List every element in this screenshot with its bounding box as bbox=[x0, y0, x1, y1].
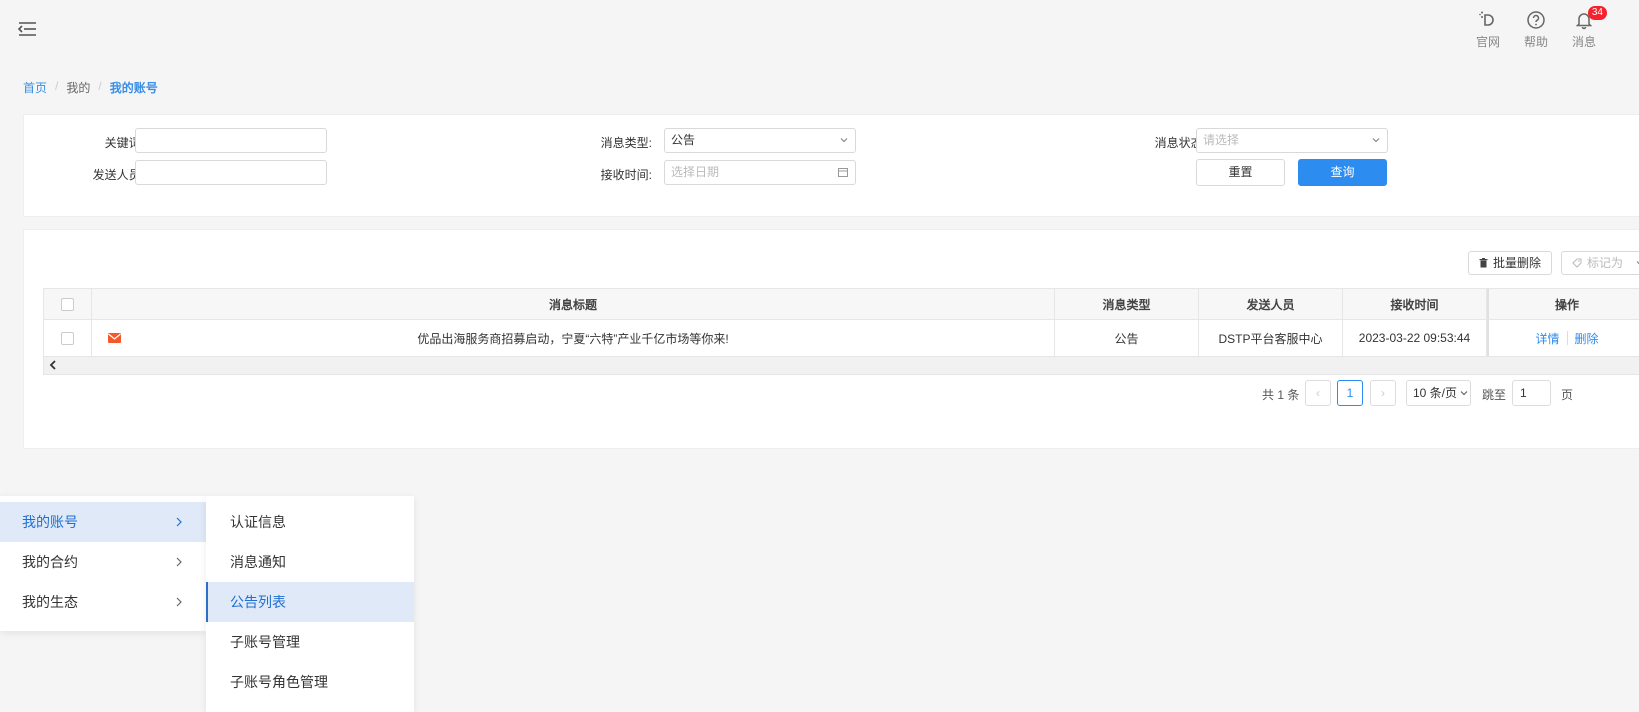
row-select-cell bbox=[44, 320, 92, 356]
row-time: 2023-03-22 09:53:44 bbox=[1343, 320, 1487, 356]
menu-item-label: 我的合约 bbox=[22, 554, 78, 570]
header-sender: 发送人员 bbox=[1199, 289, 1343, 319]
help-icon bbox=[1527, 11, 1545, 29]
breadcrumb-separator: / bbox=[55, 79, 59, 93]
message-type-label: 消息类型: bbox=[600, 136, 652, 150]
row-checkbox[interactable] bbox=[61, 331, 74, 345]
page-1-button[interactable]: 1 bbox=[1337, 380, 1363, 406]
menu-item-my-contracts[interactable]: 我的合约 bbox=[0, 542, 206, 582]
breadcrumb-mine[interactable]: 我的 bbox=[66, 79, 90, 96]
messages-label: 消息 bbox=[1571, 35, 1596, 49]
select-all-cell bbox=[44, 289, 92, 319]
page-unit-label: 页 bbox=[1561, 388, 1574, 402]
pagination-total: 共 1 条 bbox=[1262, 388, 1300, 402]
jump-label: 跳至 bbox=[1482, 388, 1507, 402]
top-bar: 官网 帮助 34 消息 bbox=[0, 0, 1639, 60]
mark-as-dropdown[interactable]: 标记为 bbox=[1561, 251, 1639, 275]
message-count-badge: 34 bbox=[1587, 6, 1607, 20]
row-sender: DSTP平台客服中心 bbox=[1199, 320, 1343, 356]
trash-icon bbox=[1479, 258, 1488, 268]
breadcrumb-home[interactable]: 首页 bbox=[23, 79, 47, 96]
receive-time-placeholder: 选择日期 bbox=[671, 165, 720, 179]
menu-item-my-ecosystem[interactable]: 我的生态 bbox=[0, 582, 206, 622]
keyword-label: 关键词: bbox=[104, 136, 144, 150]
row-type: 公告 bbox=[1055, 320, 1199, 356]
message-type-select[interactable]: 公告 bbox=[664, 128, 856, 153]
message-type-value: 公告 bbox=[671, 133, 696, 147]
table-header-row: 消息标题 消息类型 发送人员 接收时间 操作 bbox=[44, 289, 1639, 320]
pagination: 共 1 条 ‹ 1 › 10 条/页 跳至 1 页 bbox=[24, 380, 1639, 406]
select-all-checkbox[interactable] bbox=[61, 297, 74, 311]
breadcrumb-current: 我的账号 bbox=[109, 81, 158, 95]
delete-link[interactable]: 删除 bbox=[1568, 330, 1606, 347]
official-site-label: 官网 bbox=[1475, 35, 1500, 49]
messages-button[interactable]: 34 消息 bbox=[1569, 6, 1607, 50]
table-row: 优品出海服务商招募启动，宁夏“六特”产业千亿市场等你来! 公告 DSTP平台客服… bbox=[44, 320, 1639, 357]
chevron-right-icon bbox=[176, 597, 182, 607]
help-button[interactable]: 帮助 bbox=[1521, 10, 1551, 50]
chevron-right-icon bbox=[176, 517, 182, 527]
tag-icon bbox=[1572, 258, 1582, 268]
submenu-item-announcements[interactable]: 公告列表 bbox=[206, 582, 414, 622]
account-submenu: 认证信息 消息通知 公告列表 子账号管理 子账号角色管理 bbox=[206, 496, 414, 712]
menu-item-my-account[interactable]: 我的账号 bbox=[0, 502, 206, 542]
detail-link[interactable]: 详情 bbox=[1528, 330, 1566, 347]
submenu-item-certification[interactable]: 认证信息 bbox=[206, 502, 414, 542]
mark-as-label: 标记为 bbox=[1587, 256, 1624, 270]
message-status-placeholder: 请选择 bbox=[1203, 133, 1240, 147]
account-menu: 我的账号 我的合约 我的生态 bbox=[0, 496, 206, 631]
breadcrumb: 首页 / 我的 / 我的账号 bbox=[23, 79, 158, 96]
query-button[interactable]: 查询 bbox=[1298, 159, 1387, 186]
next-page-button[interactable]: › bbox=[1370, 380, 1396, 406]
submenu-item-sub-account-roles[interactable]: 子账号角色管理 bbox=[206, 662, 414, 702]
chevron-right-icon bbox=[176, 557, 182, 567]
message-status-label: 消息状态: bbox=[1154, 136, 1206, 150]
submenu-item-sub-accounts[interactable]: 子账号管理 bbox=[206, 622, 414, 662]
batch-delete-button[interactable]: 批量删除 bbox=[1468, 251, 1553, 275]
sender-input[interactable] bbox=[135, 160, 327, 185]
filter-panel: 关键词: 发送人员: 消息类型: 公告 接收时间: 选择日期 消息状态: 请选择… bbox=[23, 114, 1639, 217]
breadcrumb-separator: / bbox=[98, 79, 102, 93]
chevron-down-icon bbox=[1460, 391, 1468, 396]
scroll-left-icon[interactable] bbox=[48, 360, 58, 370]
reset-button[interactable]: 重置 bbox=[1196, 159, 1285, 186]
calendar-icon bbox=[838, 168, 848, 177]
menu-toggle-icon[interactable] bbox=[17, 20, 37, 38]
keyword-input[interactable] bbox=[135, 128, 327, 153]
jump-page-input[interactable]: 1 bbox=[1512, 380, 1551, 406]
batch-delete-label: 批量删除 bbox=[1493, 256, 1542, 270]
prev-page-button[interactable]: ‹ bbox=[1305, 380, 1331, 406]
chevron-down-icon bbox=[840, 138, 848, 143]
receive-time-picker[interactable]: 选择日期 bbox=[664, 160, 856, 185]
header-type: 消息类型 bbox=[1055, 289, 1199, 319]
sender-label: 发送人员: bbox=[92, 168, 144, 182]
submenu-item-notifications[interactable]: 消息通知 bbox=[206, 542, 414, 582]
header-actions: 操作 bbox=[1487, 289, 1639, 319]
row-title[interactable]: 优品出海服务商招募启动，宁夏“六特”产业千亿市场等你来! bbox=[417, 330, 728, 347]
row-actions: 详情 删除 bbox=[1487, 320, 1639, 356]
menu-item-label: 我的生态 bbox=[22, 594, 78, 610]
horizontal-scrollbar[interactable] bbox=[44, 357, 1639, 374]
help-label: 帮助 bbox=[1523, 35, 1548, 49]
official-site-button[interactable]: 官网 bbox=[1473, 10, 1503, 50]
header-time: 接收时间 bbox=[1343, 289, 1487, 319]
chevron-down-icon bbox=[1372, 138, 1380, 143]
page-size-value: 10 条/页 bbox=[1413, 386, 1458, 400]
row-title-cell: 优品出海服务商招募启动，宁夏“六特”产业千亿市场等你来! bbox=[92, 320, 1055, 356]
header-title: 消息标题 bbox=[92, 289, 1055, 319]
mail-icon bbox=[108, 333, 121, 343]
message-table: 消息标题 消息类型 发送人员 接收时间 操作 优品出海服务商招募启动，宁夏“六特… bbox=[43, 288, 1639, 375]
message-status-select[interactable]: 请选择 bbox=[1196, 128, 1388, 153]
page-size-select[interactable]: 10 条/页 bbox=[1406, 380, 1471, 406]
receive-time-label: 接收时间: bbox=[600, 168, 652, 182]
table-panel: 批量删除 标记为 消息标题 消息类型 发送人员 接收时间 操作 优品出海服务商招… bbox=[23, 229, 1639, 449]
official-site-icon bbox=[1479, 11, 1494, 26]
menu-item-label: 我的账号 bbox=[22, 514, 78, 530]
